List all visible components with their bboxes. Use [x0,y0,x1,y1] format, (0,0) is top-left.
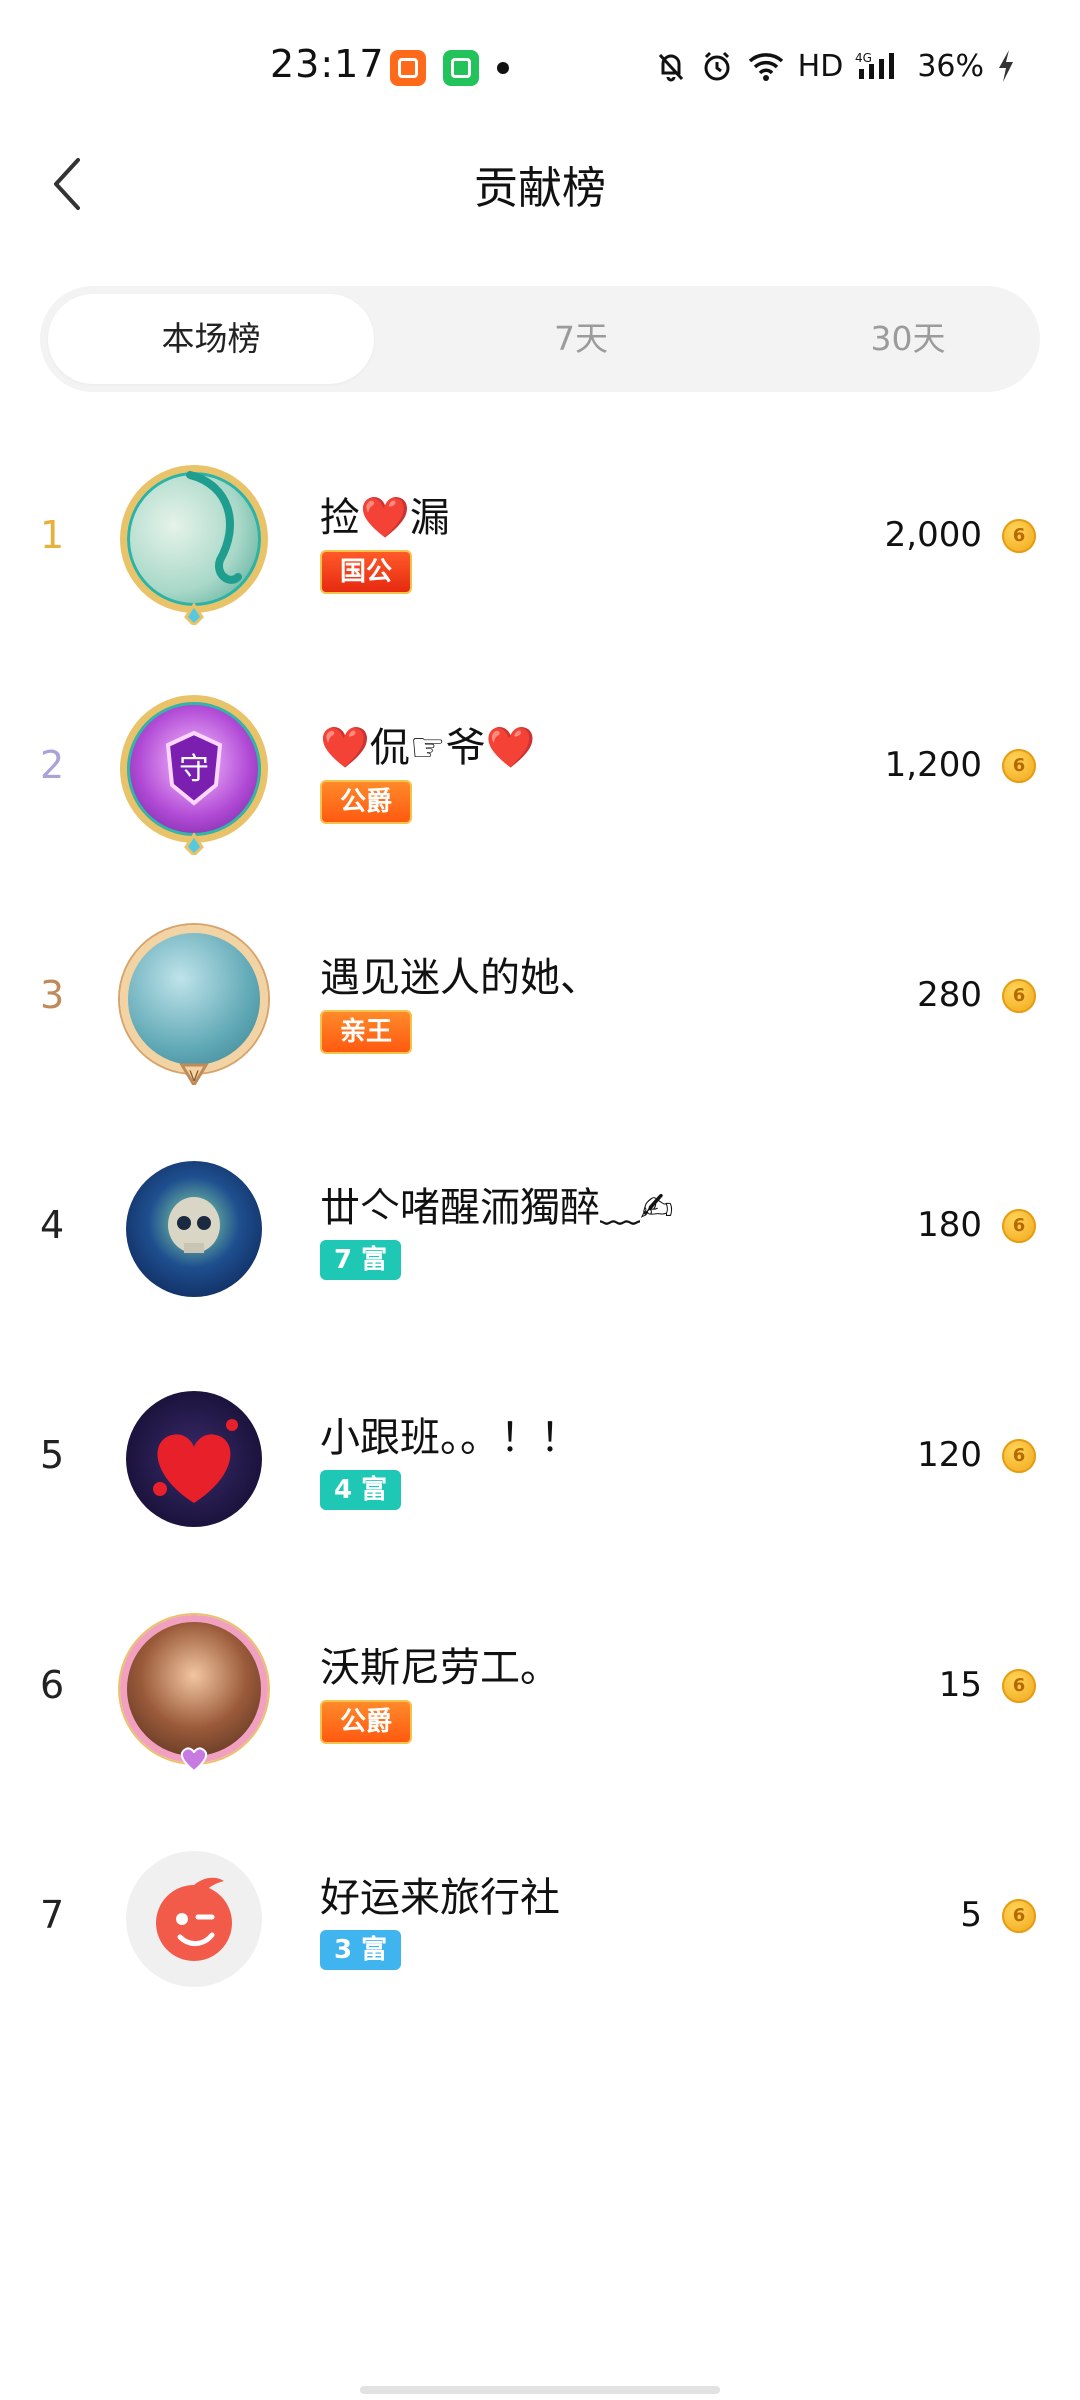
wealth-level-badge: 3 富 [320,1930,402,1970]
rank-number: 1 [40,513,65,557]
svg-text:4G: 4G [855,51,872,65]
rank-number: 6 [40,1663,65,1707]
status-bar: 23:17 HD 4G 36% [0,0,1080,130]
list-item[interactable]: 6 沃斯尼劳工。 公爵 15 6 [0,1570,1080,1800]
page-title: 贡献榜 [474,163,606,214]
tab-30-days[interactable]: 30天 [745,294,1071,384]
user-name: 沃斯尼劳工。 [320,1645,560,1691]
skull-icon [168,1197,220,1253]
user-name: 好运来旅行社 [320,1875,560,1921]
svg-text:V: V [189,1069,199,1085]
coin-icon: 6 [1002,1209,1036,1243]
wifi-icon [748,53,783,81]
coin-icon: 6 [1002,519,1036,553]
avatar[interactable] [120,1385,268,1533]
svg-text:守: 守 [179,752,209,787]
alarm-icon [704,51,730,81]
user-name: 遇见迷人的她、 [320,955,600,1001]
user-name: 小跟班。。！！ [320,1415,580,1461]
rank-number: 7 [40,1893,65,1937]
avatar[interactable]: V [120,925,268,1085]
noble-badge: 公爵 [320,1700,413,1744]
avatar[interactable] [120,1615,268,1773]
contribution-value: 180 [917,1205,982,1245]
more-notifications-dot [497,62,509,74]
user-name: 丗亽啫醒洏獨醉﹏✍ [320,1185,674,1231]
avatar[interactable]: 守 [120,695,268,855]
wealth-level-badge: 4 富 [320,1470,402,1510]
user-name: ❤️侃☞爷❤️ [320,725,536,771]
tab-this-session[interactable]: 本场榜 [48,294,374,384]
rank-number: 2 [40,743,65,787]
list-item[interactable]: 4 丗亽啫醒洏獨醉﹏✍ 7 富 180 6 [0,1110,1080,1340]
list-item[interactable]: 1 捡❤️漏 国公 2,000 6 [0,420,1080,650]
list-item[interactable]: 3 V 遇见迷人的她、 亲王 280 6 [0,880,1080,1110]
ranking-tabs: 本场榜 7天 30天 [40,286,1040,392]
avatar[interactable] [120,465,268,625]
cellular-signal-icon: 4G [855,51,895,79]
list-item[interactable]: 7 好运来旅行社 3 富 5 6 [0,1800,1080,2030]
network-type-label: HD [797,48,844,84]
status-time: 23:17 [270,42,385,86]
vip-frame-icon: V [179,1063,209,1085]
contribution-value: 5 [960,1895,982,1935]
rank-number: 4 [40,1203,65,1247]
avatar[interactable] [120,1845,268,1993]
user-name: 捡❤️漏 [320,495,450,541]
coin-icon: 6 [1002,979,1036,1013]
heart-icon [153,1419,238,1503]
mute-bell-icon [658,53,683,82]
rank-number: 3 [40,973,65,1017]
battery-percent: 36% [917,48,984,84]
heart-frame-icon [180,1747,208,1773]
coin-icon: 6 [1002,1439,1036,1473]
charging-icon [999,50,1013,82]
contribution-value: 2,000 [884,515,982,555]
shopping-notification-icon [443,50,479,86]
wealth-level-badge: 7 富 [320,1240,402,1280]
app-notification-icon [390,50,426,86]
guardian-shield-icon: 守 [165,730,223,855]
rank-number: 5 [40,1433,65,1477]
noble-badge: 公爵 [320,780,413,824]
coin-icon: 6 [1002,1669,1036,1703]
noble-badge: 亲王 [320,1010,413,1054]
list-item[interactable]: 5 小跟班。。！！ 4 富 120 6 [0,1340,1080,1570]
tab-7-days[interactable]: 7天 [418,294,744,384]
coin-icon: 6 [1002,1899,1036,1933]
default-avatar-icon [156,1877,232,1961]
list-item[interactable]: 2 守 ❤️侃☞爷❤️ 公爵 1,200 6 [0,650,1080,880]
contribution-value: 1,200 [884,745,982,785]
contribution-value: 15 [938,1665,982,1705]
avatar[interactable] [120,1155,268,1303]
dragon-avatar-frame-icon [184,471,242,625]
status-icons: HD 4G 36% [654,44,1016,88]
home-indicator[interactable] [360,2386,720,2394]
contribution-value: 120 [917,1435,982,1475]
contribution-value: 280 [917,975,982,1015]
noble-badge: 国公 [320,550,413,594]
coin-icon: 6 [1002,749,1036,783]
